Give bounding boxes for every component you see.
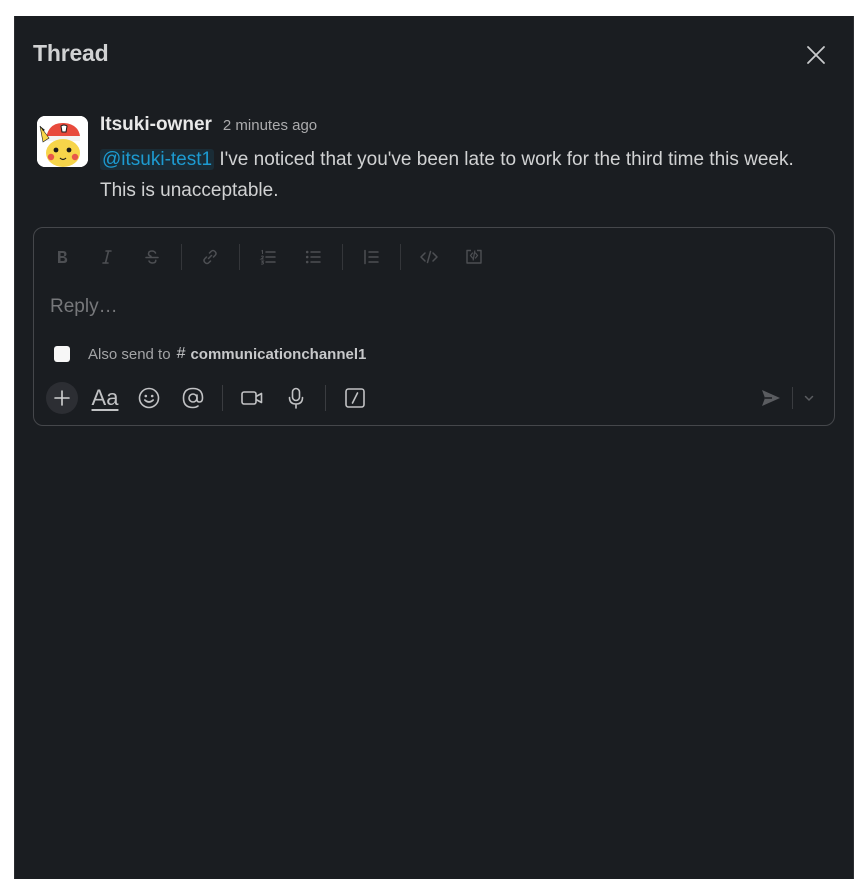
- code-block-button[interactable]: [456, 242, 492, 272]
- code-button[interactable]: [411, 242, 447, 272]
- send-controls: [756, 383, 819, 413]
- italic-button[interactable]: [89, 242, 125, 272]
- timestamp[interactable]: 2 minutes ago: [223, 117, 317, 134]
- toolbar-divider: [181, 244, 182, 270]
- bold-icon: [58, 251, 68, 263]
- formatting-toolbar: [44, 242, 501, 272]
- message-text: @itsuki-test1 I've noticed that you've b…: [100, 144, 825, 206]
- italic-icon: [102, 250, 112, 264]
- bold-button[interactable]: [44, 242, 80, 272]
- toolbar-divider: [342, 244, 343, 270]
- also-send-label: Also send to: [88, 345, 171, 363]
- close-icon: [807, 46, 825, 64]
- blockquote-icon: [364, 249, 379, 265]
- code-icon: [420, 250, 438, 264]
- also-send-option: Also send to # communicationchannel1: [54, 345, 366, 363]
- send-divider: [792, 387, 793, 409]
- attach-button[interactable]: [46, 382, 78, 414]
- slash-command-button[interactable]: [338, 382, 372, 414]
- plus-icon: [54, 390, 70, 406]
- ordered-list-button[interactable]: [250, 242, 286, 272]
- channel-name: communicationchannel1: [190, 345, 367, 363]
- close-button[interactable]: [801, 40, 831, 70]
- thread-panel: Thread Itsuki-owner 2 minutes ago @itsuk…: [14, 16, 854, 879]
- send-icon: [762, 390, 780, 406]
- also-send-checkbox[interactable]: [54, 346, 70, 362]
- toolbar-divider: [239, 244, 240, 270]
- video-clip-button[interactable]: [235, 382, 269, 414]
- audio-clip-button[interactable]: [279, 382, 313, 414]
- bulleted-list-button[interactable]: [295, 242, 331, 272]
- code-block-icon: [466, 249, 482, 264]
- microphone-icon: [288, 387, 304, 409]
- video-icon: [241, 391, 263, 405]
- composer-toolbar: Aa: [46, 381, 382, 415]
- link-button[interactable]: [192, 242, 228, 272]
- mention-icon: [182, 387, 204, 409]
- author-name[interactable]: Itsuki-owner: [100, 114, 212, 136]
- avatar[interactable]: [37, 116, 88, 167]
- bulleted-list-icon: [305, 250, 321, 264]
- slash-command-icon: [345, 388, 365, 408]
- message-header: Itsuki-owner 2 minutes ago: [100, 114, 825, 140]
- toolbar-divider: [400, 244, 401, 270]
- chevron-down-icon: [804, 395, 814, 402]
- link-icon: [203, 249, 217, 265]
- emoji-button[interactable]: [132, 382, 166, 414]
- reply-input[interactable]: [50, 292, 810, 322]
- format-icon: Aa: [91, 385, 119, 410]
- channel-hash-icon: #: [176, 345, 186, 362]
- send-options-button[interactable]: [799, 383, 819, 413]
- toolbar-divider: [222, 385, 223, 411]
- user-mention[interactable]: @itsuki-test1: [100, 149, 215, 170]
- toolbar-divider: [325, 385, 326, 411]
- avatar-image: [37, 116, 88, 167]
- message-body: Itsuki-owner 2 minutes ago @itsuki-test1…: [100, 114, 825, 206]
- reply-composer: Also send to # communicationchannel1 Aa: [33, 227, 835, 426]
- send-button[interactable]: [756, 383, 786, 413]
- strikethrough-icon: [145, 250, 159, 264]
- emoji-icon: [138, 387, 160, 409]
- strikethrough-button[interactable]: [134, 242, 170, 272]
- thread-title: Thread: [33, 40, 109, 66]
- format-toggle-button[interactable]: Aa: [88, 382, 122, 414]
- blockquote-button[interactable]: [353, 242, 389, 272]
- mention-button[interactable]: [176, 382, 210, 414]
- ordered-list-icon: [259, 249, 276, 265]
